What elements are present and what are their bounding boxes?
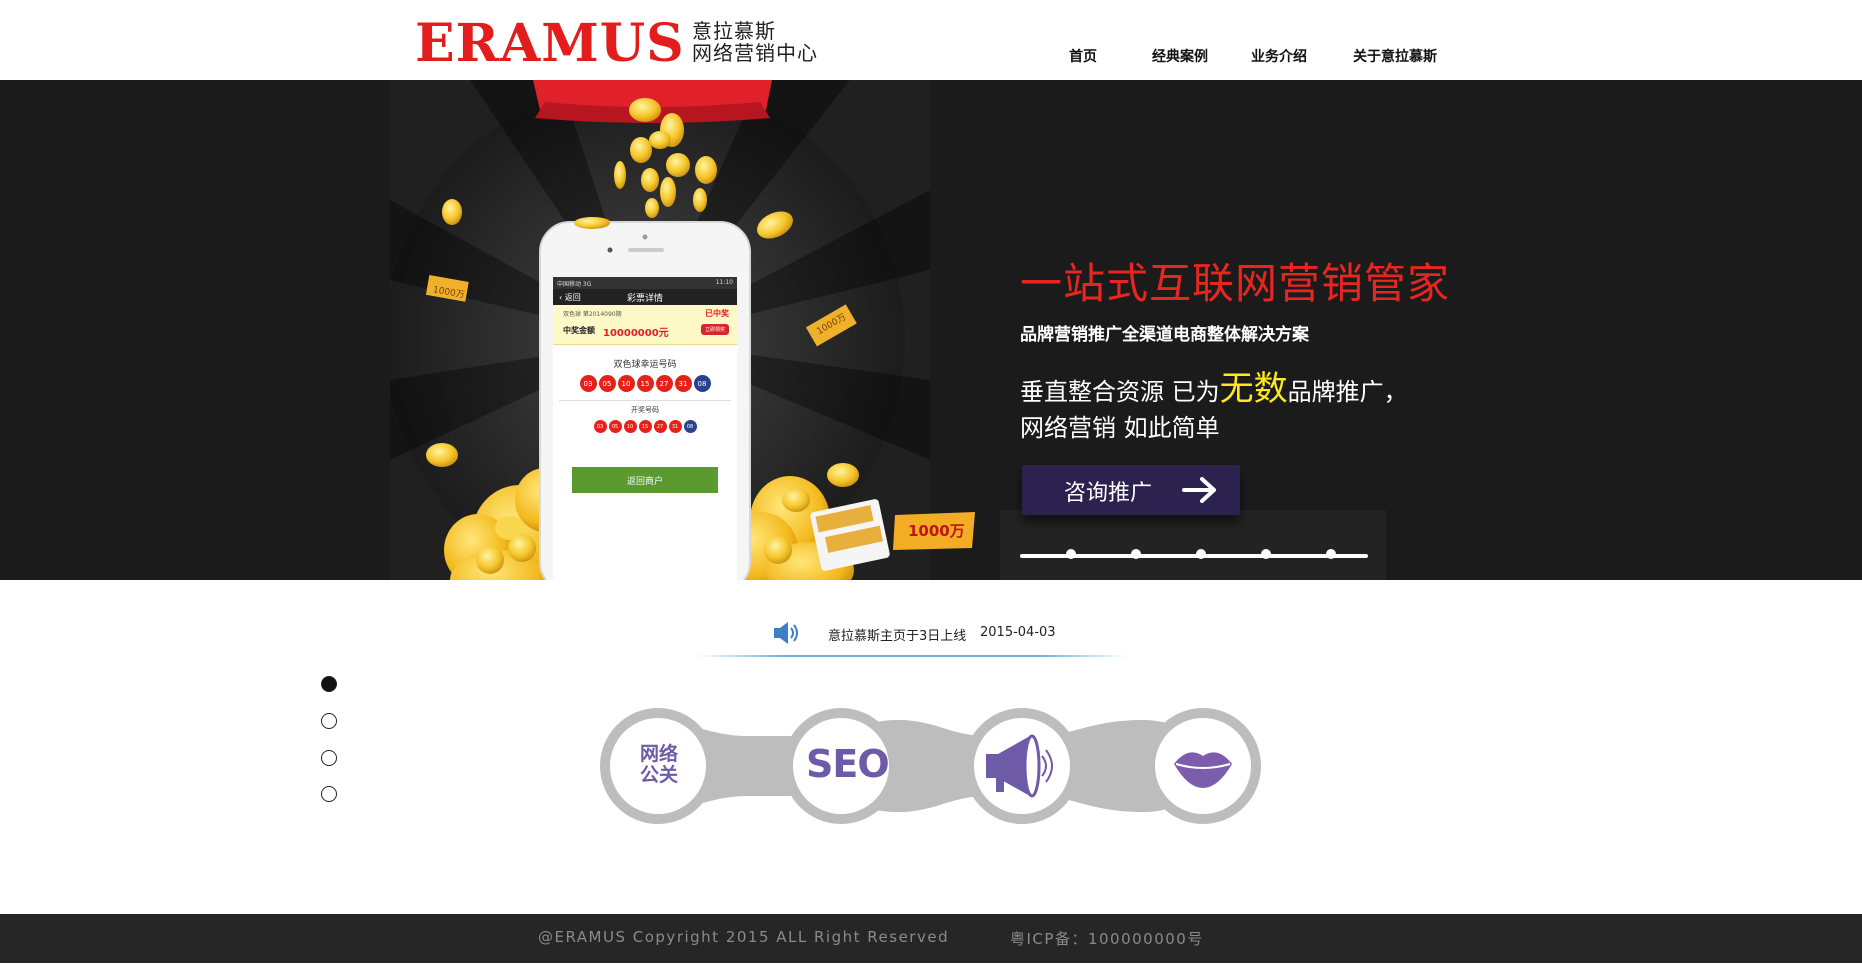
site-header: ERAMUS 意拉慕斯 网络营销中心 首页 经典案例 业务介绍 关于意拉慕斯	[0, 0, 1862, 80]
phone-screen: 中国移动 3G 11:10 ‹ 返回 彩票详情 双色球 第2014090期 已中…	[553, 277, 737, 580]
phone-issue: 双色球 第2014090期	[563, 311, 622, 318]
lottery-ball: 31	[668, 420, 682, 433]
hero-subline: 品牌营销推广全渠道电商整体解决方案	[1020, 325, 1309, 345]
nav-home[interactable]: 首页	[1069, 46, 1097, 66]
lottery-ball: 10	[617, 375, 635, 392]
slider-dot[interactable]	[1066, 549, 1076, 559]
services-chain	[600, 708, 1261, 824]
phone-carrier: 中国移动 3G	[557, 281, 592, 288]
side-nav-dot-3[interactable]	[321, 750, 337, 766]
phone-divider	[559, 400, 731, 401]
phone-return-button[interactable]: 返回商户	[572, 467, 718, 493]
lottery-ball: 27	[653, 420, 667, 433]
site-footer: @ERAMUS Copyright 2015 ALL Right Reserve…	[0, 914, 1862, 963]
slider-dot[interactable]	[1326, 549, 1336, 559]
lottery-ball: 10	[623, 420, 637, 433]
consult-button[interactable]: 咨询推广	[1022, 465, 1240, 515]
speaker-icon	[774, 622, 798, 644]
arrow-right-icon	[1182, 477, 1216, 503]
tagline-part1: 垂直整合资源 已为	[1020, 378, 1220, 406]
phone-amount: 10000000元	[603, 328, 669, 339]
nav-cases[interactable]: 经典案例	[1152, 46, 1208, 66]
logo-wordmark: ERAMUS	[415, 13, 685, 74]
service-pr-line2: 公关	[639, 764, 678, 786]
consult-button-label: 咨询推广	[1064, 481, 1153, 506]
side-nav-dot-2[interactable]	[321, 713, 337, 729]
phone-title: 彩票详情	[626, 293, 663, 304]
slider-dot[interactable]	[1261, 549, 1271, 559]
lottery-ball: 15	[636, 375, 654, 392]
phone-won-label: 已中奖	[705, 309, 729, 318]
logo-cn-line2: 网络营销中心	[692, 41, 818, 65]
news-ticker-date: 2015-04-03	[980, 625, 1056, 640]
nav-services[interactable]: 业务介绍	[1251, 46, 1307, 66]
hero-tagline-line1: 垂直整合资源 已为无数品牌推广，	[1020, 372, 1408, 409]
footer-copyright: @ERAMUS Copyright 2015 ALL Right Reserve…	[538, 928, 950, 946]
service-pr-label: 网络 公关	[638, 744, 680, 786]
phone-lucky-balls: 03 05 10 15 27 31 08	[553, 375, 737, 392]
phone-prize-panel: 双色球 第2014090期 已中奖 中奖金额 10000000元 立即领奖	[553, 305, 737, 345]
phone-title-bar: ‹ 返回 彩票详情	[553, 289, 737, 305]
phone-draw-title: 开奖号码	[631, 406, 659, 414]
lottery-ball: 03	[579, 375, 597, 392]
news-ticker-text[interactable]: 意拉慕斯主页于3日上线	[828, 625, 966, 644]
side-nav-dot-4[interactable]	[321, 786, 337, 802]
phone-time: 11:10	[715, 279, 733, 286]
tagline-highlight: 无数	[1219, 369, 1288, 409]
lottery-ball-blue: 08	[683, 420, 697, 433]
phone-draw-balls: 03 05 10 15 27 31 08	[553, 420, 737, 433]
service-pr-line1: 网络	[639, 743, 678, 765]
tagline-part2: 品牌推广，	[1287, 378, 1408, 406]
lottery-ball: 05	[608, 420, 622, 433]
phone-claim-button[interactable]: 立即领奖	[700, 324, 729, 335]
slider-dot[interactable]	[1196, 549, 1206, 559]
logo-cn-line1: 意拉慕斯	[692, 19, 776, 43]
lottery-ball: 15	[638, 420, 652, 433]
lottery-ball: 05	[598, 375, 616, 392]
hero-slogan: 一站式互联网营销管家	[1020, 259, 1451, 308]
hero-banner: 1000万 1000万 1000万 中国移动 3G 11:10 ‹ 返回 彩票详…	[0, 80, 1862, 580]
seo-text-icon: SEO	[806, 742, 890, 786]
banner-artwork	[0, 80, 1862, 580]
phone-status-bar: 中国移动 3G 11:10	[553, 277, 737, 289]
hero-tagline-line2: 网络营销 如此简单	[1020, 414, 1220, 442]
slider-dot[interactable]	[1131, 549, 1141, 559]
lottery-ball-blue: 08	[693, 375, 711, 392]
phone-amount-label: 中奖金额	[563, 326, 595, 335]
note-label-right: 1000万	[908, 522, 965, 540]
lottery-ball: 03	[593, 420, 607, 433]
phone-lucky-title: 双色球幸运号码	[613, 360, 677, 370]
side-nav-dot-1[interactable]	[321, 676, 337, 692]
lottery-ball: 27	[655, 375, 673, 392]
footer-icp[interactable]: 粤ICP备：100000000号	[1010, 928, 1204, 949]
logo-chinese-name: 意拉慕斯 网络营销中心	[692, 20, 832, 64]
ticker-underline	[696, 655, 1128, 657]
nav-about[interactable]: 关于意拉慕斯	[1353, 46, 1437, 66]
lottery-ball: 31	[674, 375, 692, 392]
